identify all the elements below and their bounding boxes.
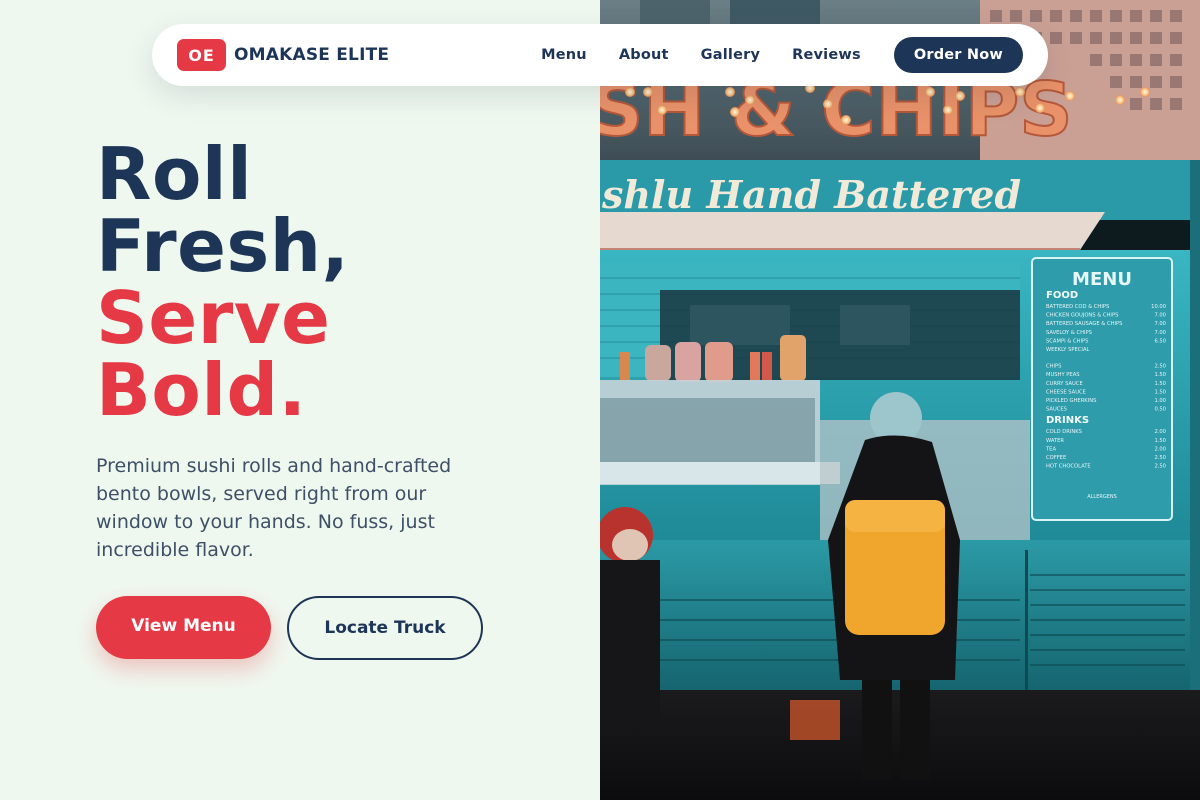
- menu-board-item-name: BATTERED COD & CHIPS: [1046, 304, 1109, 310]
- hero-title-accent-line-2: Bold.: [96, 348, 307, 432]
- brand-name: OMAKASE ELITE: [234, 45, 390, 65]
- brand[interactable]: OE OMAKASE ELITE: [177, 39, 389, 71]
- menu-board-item-name: PICKLED GHERKINS: [1046, 398, 1096, 404]
- nav-link-gallery[interactable]: Gallery: [701, 47, 760, 63]
- hero-title-accent-line-1: Serve: [96, 276, 331, 360]
- menu-board-item-name: COLD DRINKS: [1046, 429, 1082, 435]
- menu-board-item-name: WEEKLY SPECIAL: [1046, 347, 1090, 353]
- hero-title-line-1: Roll: [96, 132, 253, 216]
- view-menu-button[interactable]: View Menu: [96, 596, 271, 659]
- locate-truck-button[interactable]: Locate Truck: [287, 596, 483, 660]
- menu-board-item-price: 2.00: [1154, 446, 1166, 452]
- hero-description: Premium sushi rolls and hand-crafted ben…: [96, 455, 452, 561]
- menu-board-item-name: CHEESE SAUCE: [1046, 389, 1086, 395]
- menu-board-item-name: HOT CHOCOLATE: [1046, 464, 1091, 470]
- menu-board-heading: FOOD: [1046, 290, 1078, 301]
- menu-board-item-price: 1.50: [1154, 438, 1166, 444]
- hero-title-line-2: Fresh,: [96, 204, 350, 288]
- menu-board-item-name: CHIPS: [1046, 364, 1061, 370]
- menu-board-item-price: 0.50: [1154, 407, 1166, 413]
- menu-board-item-name: TEA: [1045, 446, 1056, 452]
- nav-link-reviews[interactable]: Reviews: [792, 47, 861, 63]
- logo-badge: OE: [177, 39, 226, 71]
- menu-board-item-price: 2.50: [1154, 464, 1166, 470]
- menu-board-item-name: CURRY SAUCE: [1046, 381, 1083, 387]
- menu-board-item-price: 7.00: [1154, 330, 1166, 336]
- menu-board-title: MENU: [1072, 269, 1132, 290]
- menu-board-item-price: 2.50: [1154, 455, 1166, 461]
- menu-board-item-price: 1.50: [1154, 372, 1166, 378]
- menu-board-heading: DRINKS: [1046, 415, 1089, 426]
- menu-board-item-name: WATER: [1046, 438, 1064, 444]
- top-navbar: OE OMAKASE ELITE Menu About Gallery Revi…: [152, 24, 1048, 86]
- menu-board-item-price: 1.00: [1154, 398, 1166, 404]
- menu-board-item-price: 2.00: [1154, 429, 1166, 435]
- menu-board-item-name: SAVELOY & CHIPS: [1046, 330, 1092, 336]
- nav-links: Menu About Gallery Reviews: [541, 47, 861, 63]
- hero-title: Roll Fresh, Serve Bold.: [96, 138, 349, 426]
- menu-board-item-name: COFFEE: [1046, 455, 1066, 461]
- menu-board-item-price: 7.00: [1154, 313, 1166, 319]
- menu-board-item-price: 2.50: [1154, 364, 1166, 370]
- menu-board-item-price: 6.50: [1154, 338, 1166, 344]
- order-now-button[interactable]: Order Now: [893, 37, 1023, 73]
- menu-board-footer: ALLERGENS: [1087, 494, 1117, 500]
- menu-board-item-name: BATTERED SAUSAGE & CHIPS: [1046, 321, 1122, 327]
- hero-food-truck-photo: SH & CHIPS shlu Hand Battered MENU FOOD …: [600, 0, 1200, 800]
- nav-link-about[interactable]: About: [619, 47, 669, 63]
- menu-board-item-name: SAUCES: [1046, 407, 1067, 413]
- menu-board-item-price: 10.00: [1151, 304, 1166, 310]
- menu-board-item-name: MUSHY PEAS: [1046, 372, 1080, 378]
- script-sign-text: shlu Hand Battered: [601, 172, 1021, 217]
- menu-board-item-price: 7.00: [1154, 321, 1166, 327]
- menu-board-item-name: CHICKEN GOUJONS & CHIPS: [1046, 313, 1118, 319]
- menu-board-item-name: SCAMPI & CHIPS: [1046, 338, 1088, 344]
- nav-link-menu[interactable]: Menu: [541, 47, 587, 63]
- menu-board-item-price: 1.50: [1154, 381, 1166, 387]
- menu-board-item-price: 1.50: [1154, 389, 1166, 395]
